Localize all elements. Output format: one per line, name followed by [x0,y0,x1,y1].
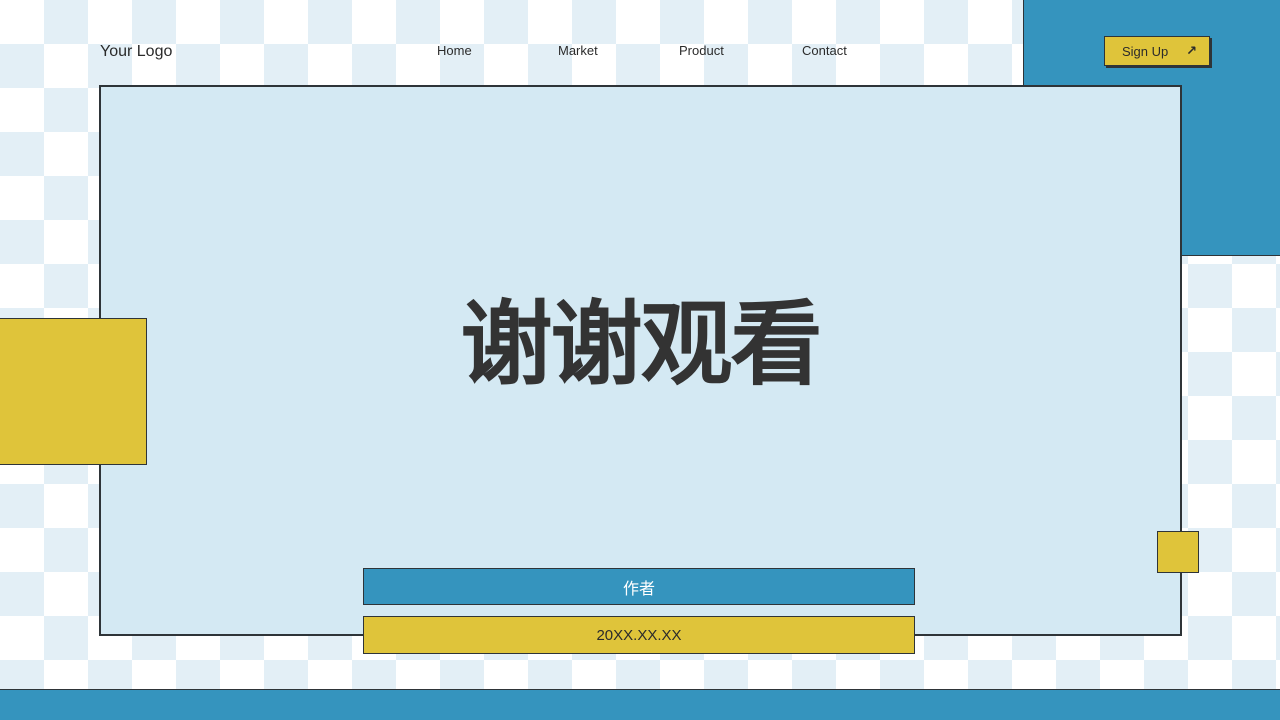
arrow-up-right-icon: ↗ [1186,43,1197,58]
nav-product-link[interactable]: Product [679,43,724,58]
nav-contact-link[interactable]: Contact [802,43,847,58]
author-label: 作者 [622,580,655,598]
nav-market-link[interactable]: Market [558,43,598,58]
date-label: 20XX.XX.XX [596,626,682,644]
logo[interactable]: Your Logo [100,43,172,61]
sign-up-button[interactable]: Sign Up ↗ [1104,36,1210,66]
page-title: 谢谢观看 [460,291,822,398]
author-bar: 作者 [363,568,915,605]
decorative-bottom-bar [0,689,1280,720]
nav-home-link[interactable]: Home [437,43,472,58]
date-bar: 20XX.XX.XX [363,616,915,654]
sign-up-label: Sign Up [1122,43,1169,59]
decorative-yellow-square-small [1157,531,1199,573]
